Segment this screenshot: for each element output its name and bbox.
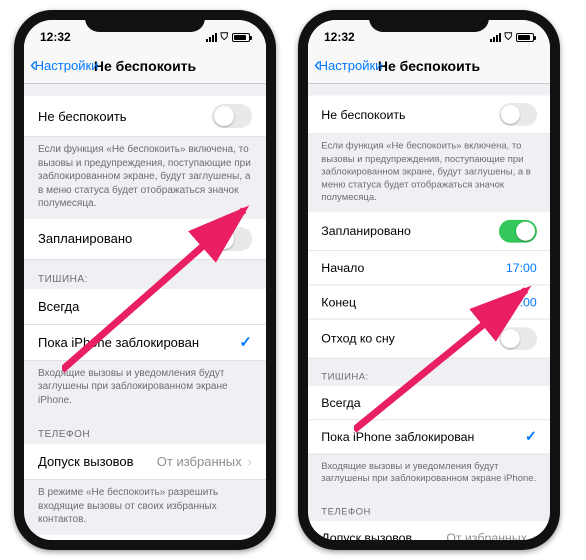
page-title: Не беспокоить <box>94 58 196 74</box>
row-always[interactable]: Всегда <box>308 386 550 420</box>
signal-icon <box>206 33 217 42</box>
footer-silence: Входящие вызовы и уведомления будут загл… <box>308 454 550 493</box>
row-label: Начало <box>321 260 506 274</box>
header-silence: ТИШИНА: <box>24 260 266 289</box>
row-label: Не беспокоить <box>321 107 498 121</box>
notch <box>369 10 489 32</box>
row-scheduled[interactable]: Запланировано <box>24 219 266 260</box>
page-title: Не беспокоить <box>378 58 480 74</box>
row-while-locked[interactable]: Пока iPhone заблокирован ✓ <box>308 420 550 454</box>
row-dnd[interactable]: Не беспокоить <box>308 95 550 134</box>
header-phone: ТЕЛЕФОН <box>24 415 266 444</box>
row-label: Всегда <box>321 395 536 409</box>
row-value: 17:00 <box>506 260 537 274</box>
back-label: Настройки <box>319 58 383 73</box>
settings-list[interactable]: Не беспокоить Если функция «Не беспокоит… <box>308 84 550 540</box>
row-label: Допуск вызовов <box>321 530 446 540</box>
battery-icon <box>516 33 534 42</box>
footer-dnd: Если функция «Не беспокоить» включена, т… <box>24 137 266 219</box>
row-scheduled[interactable]: Запланировано <box>308 212 550 251</box>
toggle-bedtime[interactable] <box>499 327 537 350</box>
row-value: От избранных <box>157 454 242 469</box>
row-while-locked[interactable]: Пока iPhone заблокирован ✓ <box>24 325 266 361</box>
wifi-icon: ⛉ <box>221 32 229 43</box>
chevron-right-icon: › <box>248 454 252 469</box>
footer-allow: В режиме «Не беспокоить» разрешить входя… <box>24 480 266 535</box>
row-dnd[interactable]: Не беспокоить <box>24 96 266 137</box>
row-label: Всегда <box>38 299 252 314</box>
toggle-scheduled[interactable] <box>212 227 252 251</box>
toggle-dnd[interactable] <box>499 103 537 126</box>
row-label: Пока iPhone заблокирован <box>321 429 525 443</box>
status-right: ⛉ <box>490 32 535 43</box>
phone-right: 12:32 ⛉ ‹ Настройки Не беспокоить <box>298 10 560 550</box>
row-label: Конец <box>321 294 512 308</box>
row-repeated[interactable]: Повторные вызовы <box>24 535 266 541</box>
notch <box>85 10 205 32</box>
footer-silence: Входящие вызовы и уведомления будут загл… <box>24 361 266 416</box>
row-start[interactable]: Начало 17:00 <box>308 251 550 285</box>
row-value: От избранных <box>446 530 527 540</box>
phone-left: 12:32 ⛉ ‹ Настройки Не беспокоить <box>14 10 276 550</box>
row-label: Запланировано <box>38 231 212 246</box>
row-allow-calls[interactable]: Допуск вызовов От избранных › <box>308 521 550 540</box>
checkmark-icon: ✓ <box>525 428 537 445</box>
footer-dnd: Если функция «Не беспокоить» включена, т… <box>308 134 550 211</box>
toggle-scheduled[interactable] <box>499 219 537 242</box>
row-value: 7:00 <box>513 294 537 308</box>
screen-left: 12:32 ⛉ ‹ Настройки Не беспокоить <box>24 20 266 540</box>
row-label: Отход ко сну <box>321 331 498 345</box>
status-right: ⛉ <box>206 32 251 43</box>
toggle-dnd[interactable] <box>212 104 252 128</box>
row-end[interactable]: Конец 7:00 <box>308 285 550 319</box>
header-phone: ТЕЛЕФОН <box>308 493 550 521</box>
signal-icon <box>490 33 501 42</box>
back-label: Настройки <box>35 58 99 73</box>
screen-right: 12:32 ⛉ ‹ Настройки Не беспокоить <box>308 20 550 540</box>
header-silence: ТИШИНА: <box>308 358 550 386</box>
row-allow-calls[interactable]: Допуск вызовов От избранных › <box>24 444 266 480</box>
nav-bar: ‹ Настройки Не беспокоить <box>308 48 550 84</box>
clock: 12:32 <box>324 30 355 44</box>
row-label: Не беспокоить <box>38 109 212 124</box>
row-label: Запланировано <box>321 224 498 238</box>
chevron-right-icon: › <box>533 530 537 540</box>
row-always[interactable]: Всегда <box>24 289 266 325</box>
back-button[interactable]: ‹ Настройки <box>314 48 382 83</box>
wifi-icon: ⛉ <box>505 32 513 43</box>
row-bedtime[interactable]: Отход ко сну <box>308 319 550 358</box>
back-button[interactable]: ‹ Настройки <box>30 48 98 83</box>
settings-list[interactable]: Не беспокоить Если функция «Не беспокоит… <box>24 84 266 540</box>
checkmark-icon: ✓ <box>239 333 252 351</box>
battery-icon <box>232 33 250 42</box>
row-label: Допуск вызовов <box>38 454 157 469</box>
clock: 12:32 <box>40 30 71 44</box>
nav-bar: ‹ Настройки Не беспокоить <box>24 48 266 84</box>
row-label: Пока iPhone заблокирован <box>38 335 239 350</box>
